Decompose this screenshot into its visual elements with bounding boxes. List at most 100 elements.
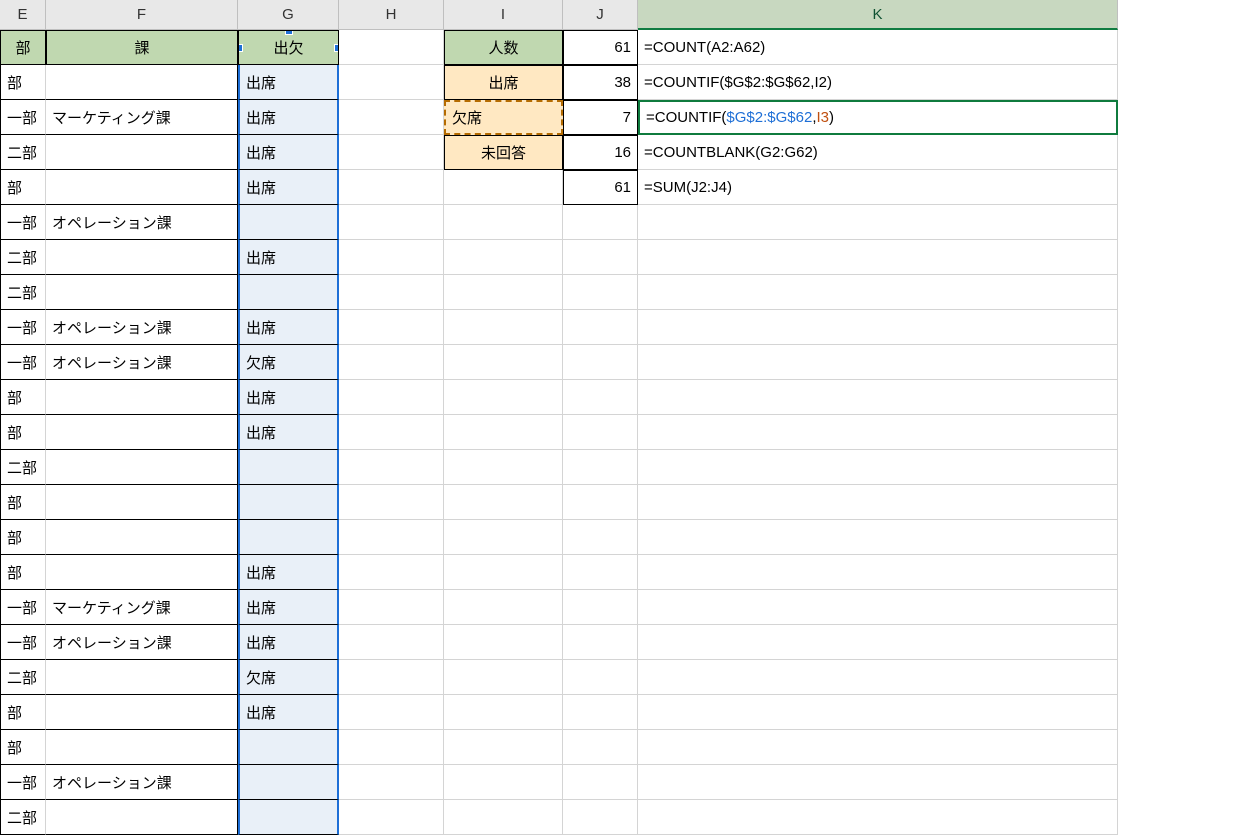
cell-blank-H[interactable] [339,380,444,415]
cell-dept[interactable]: 部 [0,170,46,205]
cell-dept[interactable]: 二部 [0,800,46,835]
cell-section[interactable] [46,660,238,695]
cell-attend[interactable]: 出席 [238,590,339,625]
cell-section[interactable] [46,415,238,450]
cell-blank-K[interactable] [638,415,1118,450]
cell-blank-H[interactable] [339,205,444,240]
cell-dept[interactable]: 部 [0,555,46,590]
formula-sum[interactable]: =SUM(J2:J4) [638,170,1118,205]
cell-dept[interactable]: 部 [0,730,46,765]
cell-dept[interactable]: 一部 [0,765,46,800]
col-head-E[interactable]: E [0,0,46,30]
cell-blank-J[interactable] [563,730,638,765]
stat-nores-label[interactable]: 未回答 [444,135,563,170]
cell-blank-I[interactable] [444,205,563,240]
stat-attend-label[interactable]: 出席 [444,65,563,100]
cell-blank-K[interactable] [638,730,1118,765]
cell-blank-I[interactable] [444,415,563,450]
cell-attend[interactable]: 出席 [238,555,339,590]
cell-attend[interactable]: 出席 [238,415,339,450]
cell-blank-K[interactable] [638,240,1118,275]
cell-dept[interactable]: 部 [0,380,46,415]
cell-blank-J[interactable] [563,380,638,415]
cell-section[interactable] [46,275,238,310]
cell-blank-H[interactable] [339,695,444,730]
cell-blank-H[interactable] [339,485,444,520]
cell-attend[interactable] [238,520,339,555]
cell-section[interactable] [46,730,238,765]
cell-blank-H[interactable] [339,450,444,485]
cell-blank-I[interactable] [444,730,563,765]
cell-dept[interactable]: 一部 [0,205,46,240]
cell-blank-J[interactable] [563,345,638,380]
cell-blank-J[interactable] [563,625,638,660]
cell-section[interactable] [46,240,238,275]
stat-sum-val[interactable]: 61 [563,170,638,205]
cell-section[interactable] [46,450,238,485]
cell-attend[interactable] [238,275,339,310]
cell-blank-H[interactable] [339,590,444,625]
cell-blank-K[interactable] [638,695,1118,730]
cell-blank-I[interactable] [444,450,563,485]
col-head-F[interactable]: F [46,0,238,30]
cell-dept[interactable]: 一部 [0,100,46,135]
cell-dept[interactable]: 二部 [0,450,46,485]
col-head-I[interactable]: I [444,0,563,30]
cell-blank-I[interactable] [444,310,563,345]
cell-attend[interactable]: 欠席 [238,345,339,380]
cell-blank-H[interactable] [339,170,444,205]
cell-blank-I[interactable] [444,555,563,590]
cell-section[interactable]: オペレーション課 [46,625,238,660]
cell-blank-I[interactable] [444,590,563,625]
formula-nores[interactable]: =COUNTBLANK(G2:G62) [638,135,1118,170]
cell-blank-K[interactable] [638,310,1118,345]
cell-section[interactable]: オペレーション課 [46,310,238,345]
cell-attend[interactable] [238,485,339,520]
cell-blank-K[interactable] [638,345,1118,380]
cell-dept[interactable]: 一部 [0,625,46,660]
cell-blank-J[interactable] [563,765,638,800]
cell-attend[interactable] [238,730,339,765]
cell-section[interactable] [46,170,238,205]
cell-dept[interactable]: 部 [0,415,46,450]
cell-section[interactable] [46,135,238,170]
cell-blank-I[interactable] [444,660,563,695]
cell-blank-J[interactable] [563,555,638,590]
cell-dept[interactable]: 部 [0,65,46,100]
cell-attend[interactable]: 出席 [238,170,339,205]
cell-blank-H[interactable] [339,625,444,660]
cell-section[interactable] [46,485,238,520]
stat-absent-val[interactable]: 7 [563,100,638,135]
cell-section[interactable] [46,380,238,415]
cell-dept[interactable]: 二部 [0,275,46,310]
spreadsheet-grid[interactable]: E F G H I J K 部 課 出欠 人数 61 =COUNT(A2:A62… [0,0,1233,835]
cell-blank-J[interactable] [563,205,638,240]
cell-blank-I[interactable] [444,800,563,835]
cell-attend[interactable]: 出席 [238,380,339,415]
col-head-H[interactable]: H [339,0,444,30]
cell-blank-H[interactable] [339,240,444,275]
cell-blank-J[interactable] [563,310,638,345]
cell-blank-K[interactable] [638,380,1118,415]
cell-H1[interactable] [339,30,444,65]
cell-blank-I[interactable] [444,275,563,310]
cell-section[interactable] [46,695,238,730]
cell-blank-K[interactable] [638,800,1118,835]
col-head-J[interactable]: J [563,0,638,30]
cell-attend[interactable]: 出席 [238,625,339,660]
cell-blank-I[interactable] [444,625,563,660]
cell-blank-H[interactable] [339,345,444,380]
cell-blank-H[interactable] [339,65,444,100]
cell-section[interactable]: オペレーション課 [46,345,238,380]
cell-blank-I[interactable] [444,765,563,800]
cell-section[interactable]: マーケティング課 [46,100,238,135]
cell-blank-J[interactable] [563,695,638,730]
cell-section[interactable] [46,65,238,100]
cell-blank-I[interactable] [444,520,563,555]
cell-blank-H[interactable] [339,310,444,345]
cell-blank-K[interactable] [638,625,1118,660]
cell-attend[interactable]: 出席 [238,135,339,170]
cell-blank-H[interactable] [339,135,444,170]
cell-blank-H[interactable] [339,275,444,310]
cell-blank-J[interactable] [563,275,638,310]
